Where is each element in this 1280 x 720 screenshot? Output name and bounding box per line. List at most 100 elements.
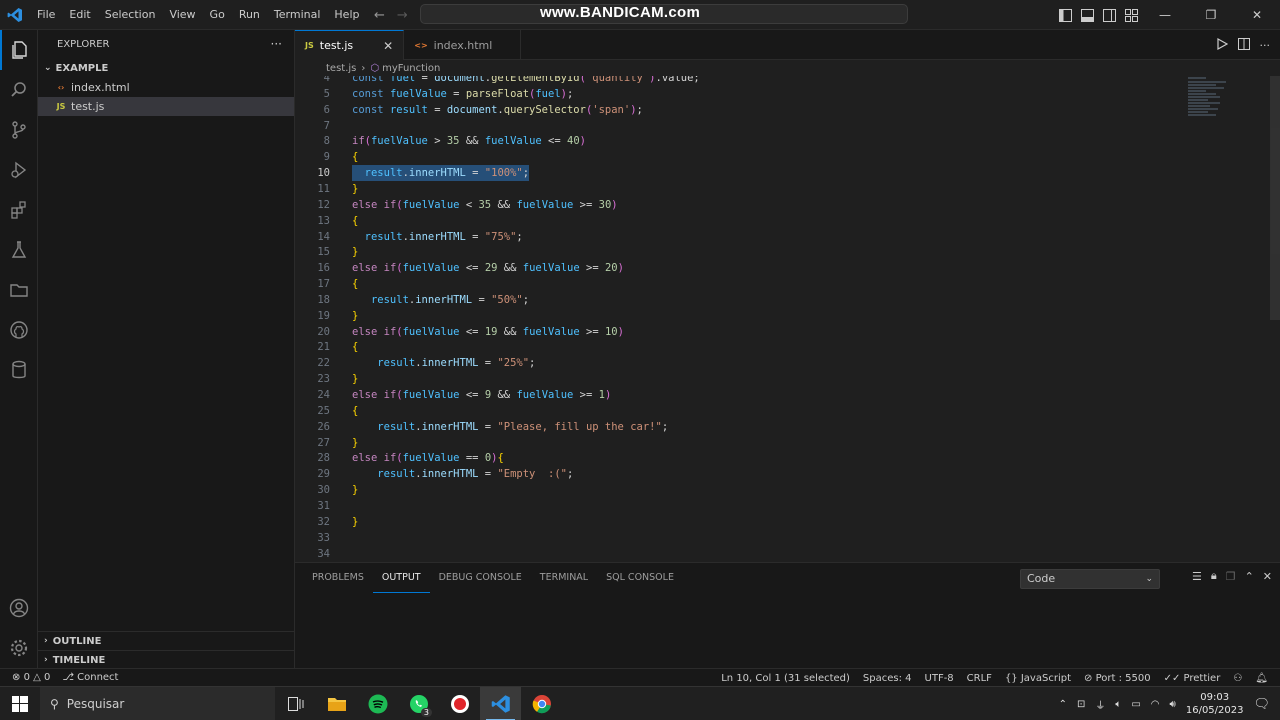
bandicam-record-icon[interactable]	[439, 687, 480, 720]
menu-terminal[interactable]: Terminal	[267, 0, 328, 30]
minimap[interactable]	[1186, 76, 1266, 124]
more-actions-icon[interactable]: ···	[271, 37, 282, 51]
account-icon[interactable]	[0, 588, 38, 628]
code-line[interactable]: 20 else if(fuelValue <= 19 && fuelValue >…	[295, 324, 1195, 340]
maximize-icon[interactable]: ❐	[1188, 0, 1234, 30]
toggle-panel-icon[interactable]	[1076, 0, 1098, 30]
code-line[interactable]: 6 const result = document.querySelector('…	[295, 102, 1195, 118]
vscode-taskbar-icon[interactable]	[480, 686, 521, 720]
code-line[interactable]: 26 result.innerHTML = "Please, fill up t…	[295, 419, 1195, 435]
code-line[interactable]: 10 result.innerHTML = "100%";	[295, 165, 1195, 182]
code-line[interactable]: 19}	[295, 308, 1195, 324]
tab-index-html[interactable]: <> index.html	[404, 30, 522, 60]
run-play-icon[interactable]	[1216, 37, 1228, 53]
prettier-status[interactable]: ✓✓ Prettier	[1164, 673, 1221, 684]
notifications-bell-icon[interactable]: 🔔︎	[1255, 673, 1268, 684]
code-line[interactable]: 14 result.innerHTML = "75%";	[295, 229, 1195, 245]
code-line[interactable]: 5 const fuelValue = parseFloat(fuel);	[295, 86, 1195, 102]
clock[interactable]: 09:03 16/05/2023	[1186, 691, 1244, 717]
indentation[interactable]: Spaces: 4	[863, 673, 912, 684]
explorer-icon[interactable]	[0, 30, 38, 70]
chrome-icon[interactable]	[521, 687, 562, 720]
language-mode[interactable]: {} JavaScript	[1005, 673, 1071, 684]
code-line[interactable]: 22 result.innerHTML = "25%";	[295, 355, 1195, 371]
code-line[interactable]: 21 {	[295, 339, 1195, 355]
output-channel-select[interactable]: Code ⌄	[1020, 569, 1160, 589]
windows-start-icon[interactable]	[0, 687, 40, 720]
code-line[interactable]: 32}	[295, 514, 1195, 530]
tab-debug-console[interactable]: DEBUG CONSOLE	[430, 563, 531, 593]
code-line[interactable]: 15}	[295, 244, 1195, 260]
code-line[interactable]: 11}	[295, 181, 1195, 197]
notification-center-icon[interactable]: 🗨︎	[1253, 697, 1270, 712]
code-line[interactable]: 9{	[295, 149, 1195, 165]
database-icon[interactable]	[0, 350, 38, 390]
taskbar-search[interactable]: ⚲ Pesquisar	[40, 686, 275, 720]
extensions-icon[interactable]	[0, 190, 38, 230]
end-of-line[interactable]: CRLF	[967, 673, 992, 684]
code-line[interactable]: 18 result.innerHTML = "50%";	[295, 292, 1195, 308]
file-index-html[interactable]: ‹› index.html	[38, 78, 294, 97]
menu-file[interactable]: File	[30, 0, 62, 30]
file-test-js[interactable]: JS test.js	[38, 97, 294, 116]
minimize-icon[interactable]: —	[1142, 0, 1188, 30]
code-line[interactable]: 29 result.innerHTML = "Empty :(";	[295, 466, 1195, 482]
code-line[interactable]: 8 if(fuelValue > 35 && fuelValue <= 40)	[295, 133, 1195, 149]
code-line[interactable]: 27}	[295, 435, 1195, 451]
close-tab-icon[interactable]: ✕	[383, 39, 393, 53]
more-actions-icon[interactable]: ···	[1260, 39, 1271, 52]
whatsapp-icon[interactable]: 3	[398, 687, 439, 720]
timeline-section[interactable]: › TIMELINE	[38, 650, 295, 669]
back-arrow-icon[interactable]: ←	[374, 8, 385, 23]
spotify-icon[interactable]	[357, 687, 398, 720]
editor-scrollbar[interactable]	[1270, 70, 1280, 320]
file-explorer-folder-icon[interactable]	[316, 687, 357, 720]
speaker-icon[interactable]: 🔊︎	[1170, 699, 1176, 710]
usb-icon[interactable]: ⏚	[1095, 697, 1105, 712]
volume-icon[interactable]: 🔈︎	[1115, 699, 1121, 710]
cursor-position[interactable]: Ln 10, Col 1 (31 selected)	[721, 673, 850, 684]
close-window-icon[interactable]: ✕	[1234, 0, 1280, 30]
testing-flask-icon[interactable]	[0, 230, 38, 270]
wifi-icon[interactable]: ◠	[1151, 699, 1160, 710]
tab-problems[interactable]: PROBLEMS	[303, 563, 373, 593]
run-and-debug-icon[interactable]	[0, 150, 38, 190]
accounts-icon[interactable]: ⚇	[1233, 673, 1242, 684]
menu-view[interactable]: View	[162, 0, 202, 30]
toggle-primary-sidebar-icon[interactable]	[1054, 0, 1076, 30]
code-line[interactable]: 13 {	[295, 213, 1195, 229]
code-line[interactable]: 16 else if(fuelValue <= 29 && fuelValue >…	[295, 260, 1195, 276]
chevron-up-icon[interactable]: ⌃	[1245, 570, 1254, 583]
code-line[interactable]: 34	[295, 546, 1195, 562]
breadcrumb-symbol[interactable]: myFunction	[382, 63, 440, 74]
customize-layout-icon[interactable]	[1120, 0, 1142, 30]
tab-output[interactable]: OUTPUT	[372, 563, 430, 593]
code-line[interactable]: 12 else if(fuelValue < 35 && fuelValue >=…	[295, 197, 1195, 213]
task-view-icon[interactable]	[275, 687, 316, 720]
menu-edit[interactable]: Edit	[62, 0, 97, 30]
folder-example[interactable]: ⌄ EXAMPLE	[38, 58, 294, 78]
github-icon[interactable]	[0, 310, 38, 350]
code-line[interactable]: 23}	[295, 371, 1195, 387]
code-line[interactable]: 25 {	[295, 403, 1195, 419]
menu-go[interactable]: Go	[203, 0, 232, 30]
code-line[interactable]: 17 {	[295, 276, 1195, 292]
close-panel-icon[interactable]: ✕	[1263, 570, 1272, 583]
code-line[interactable]: 7	[295, 118, 1195, 134]
encoding[interactable]: UTF-8	[925, 673, 954, 684]
chevron-up-icon[interactable]: ⌃	[1059, 699, 1067, 710]
connect-status[interactable]: ⎇ Connect	[62, 672, 118, 683]
tab-terminal[interactable]: TERMINAL	[531, 563, 597, 593]
menu-run[interactable]: Run	[232, 0, 267, 30]
tab-test-js[interactable]: JS test.js ✕	[295, 30, 405, 60]
code-line[interactable]: 33	[295, 530, 1195, 546]
code-editor[interactable]: 4 const fuel = document.getElementById('q…	[295, 70, 1280, 562]
forward-arrow-icon[interactable]: →	[397, 8, 408, 23]
menu-help[interactable]: Help	[327, 0, 366, 30]
tray-app-icon[interactable]: ⊡	[1077, 699, 1085, 710]
code-line[interactable]: 31	[295, 498, 1195, 514]
outline-section[interactable]: › OUTLINE	[38, 631, 295, 650]
search-icon[interactable]	[0, 70, 38, 110]
live-server-port[interactable]: ⊘ Port : 5500	[1084, 673, 1151, 684]
problems-status[interactable]: ⊗ 0 △ 0	[12, 672, 50, 683]
